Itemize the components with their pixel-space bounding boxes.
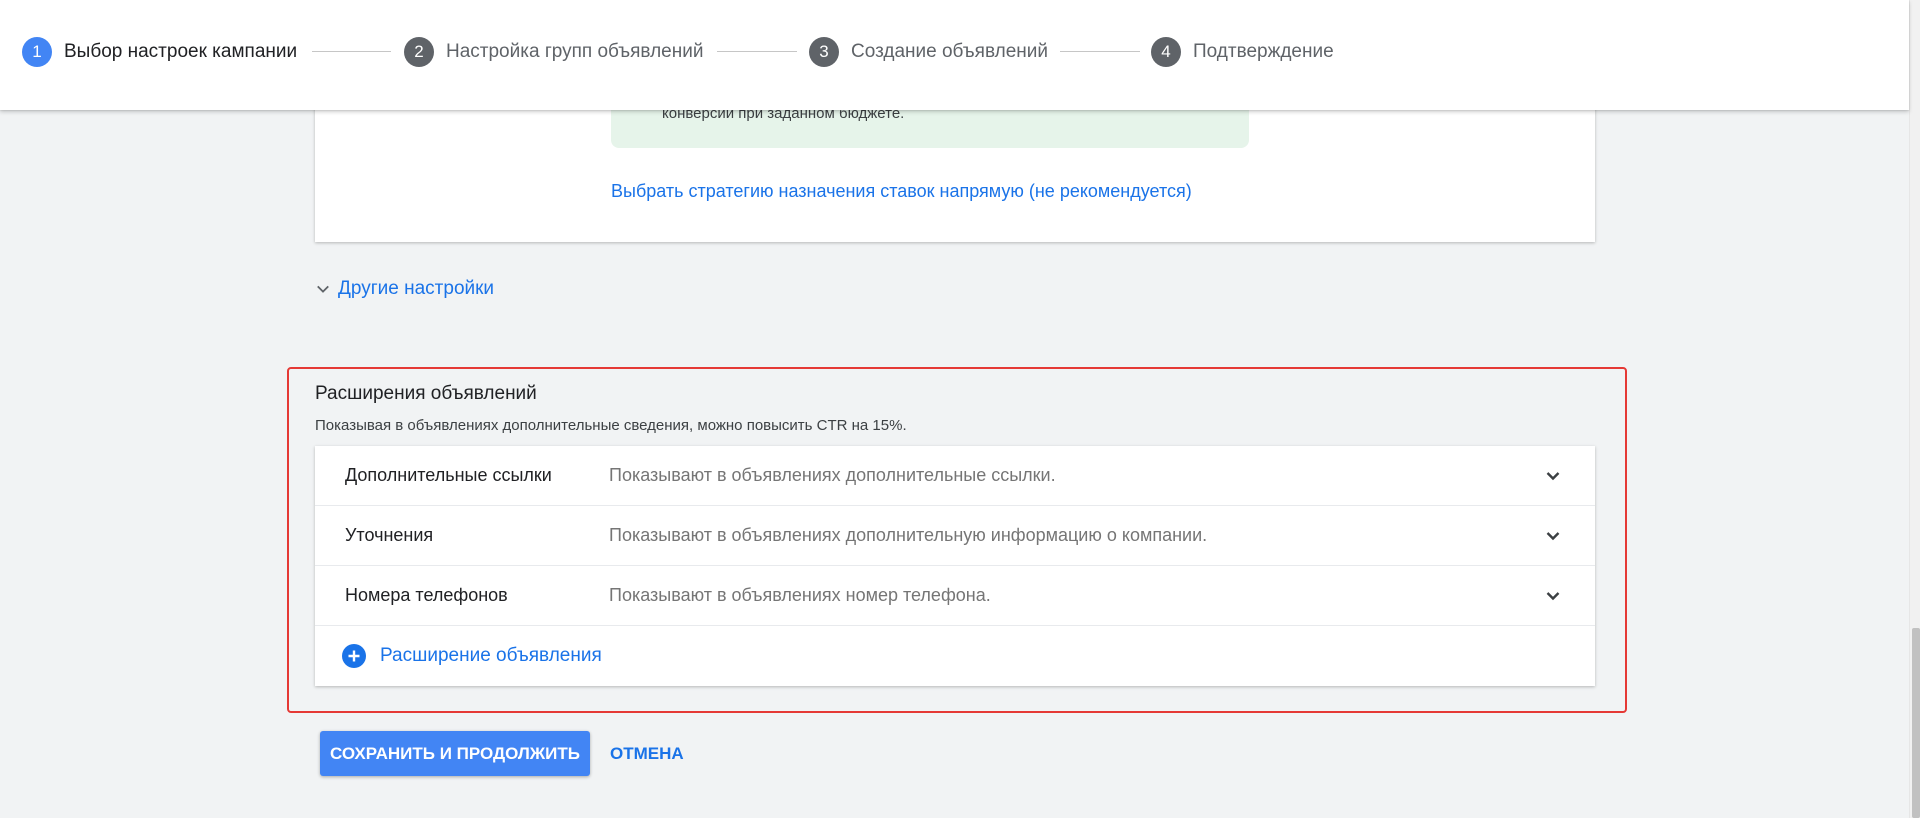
direct-bid-strategy-link[interactable]: Выбрать стратегию назначения ставок напр… xyxy=(611,181,1192,202)
scrollbar-thumb[interactable] xyxy=(1912,628,1920,818)
other-settings-toggle[interactable]: Другие настройки xyxy=(314,276,494,302)
extensions-subtitle: Показывая в объявлениях дополнительные с… xyxy=(315,417,907,434)
add-extension-button[interactable]: Расширение объявления xyxy=(315,626,1595,686)
chevron-down-icon[interactable] xyxy=(1541,524,1565,548)
extensions-card: Дополнительные ссылки Показывают в объяв… xyxy=(315,446,1595,686)
extension-name: Дополнительные ссылки xyxy=(345,465,552,485)
extension-row-sitelinks[interactable]: Дополнительные ссылки Показывают в объяв… xyxy=(315,446,1595,506)
extension-name: Уточнения xyxy=(345,525,434,545)
extension-description: Показывают в объявлениях дополнительную … xyxy=(609,525,1208,545)
extension-description: Показывают в объявлениях номер телефона. xyxy=(609,585,991,605)
extension-name: Номера телефонов xyxy=(345,585,508,605)
cancel-button[interactable]: ОТМЕНА xyxy=(604,731,690,776)
step-number-badge: 1 xyxy=(22,37,52,67)
campaign-stepper: 1 Выбор настроек кампании 2 Настройка гр… xyxy=(0,0,1909,110)
step-label: Создание объявлений xyxy=(851,41,1048,62)
add-extension-label: Расширение объявления xyxy=(380,645,602,666)
step-number-badge: 2 xyxy=(404,37,434,67)
extensions-title: Расширения объявлений xyxy=(315,383,537,404)
add-circle-icon xyxy=(342,644,366,668)
step-label: Подтверждение xyxy=(1193,41,1334,62)
save-and-continue-button[interactable]: СОХРАНИТЬ И ПРОДОЛЖИТЬ xyxy=(320,731,590,776)
step-connector xyxy=(717,51,797,52)
step-connector xyxy=(1060,51,1140,52)
page-scrollbar[interactable] xyxy=(1909,0,1920,818)
chevron-down-icon[interactable] xyxy=(1541,464,1565,488)
step-connector xyxy=(312,51,391,52)
extension-row-phone-numbers[interactable]: Номера телефонов Показывают в объявления… xyxy=(315,566,1595,626)
extension-row-callouts[interactable]: Уточнения Показывают в объявлениях допол… xyxy=(315,506,1595,566)
step-create-ads[interactable]: 3 Создание объявлений xyxy=(809,37,1048,67)
step-label: Настройка групп объявлений xyxy=(446,41,704,62)
step-label: Выбор настроек кампании xyxy=(64,41,298,62)
other-settings-label: Другие настройки xyxy=(338,278,495,299)
step-confirmation[interactable]: 4 Подтверждение xyxy=(1151,37,1334,67)
step-number-badge: 3 xyxy=(809,37,839,67)
step-campaign-settings[interactable]: 1 Выбор настроек кампании xyxy=(22,37,297,67)
chevron-down-icon[interactable] xyxy=(1541,584,1565,608)
extension-description: Показывают в объявлениях дополнительные … xyxy=(609,465,1056,485)
step-ad-groups[interactable]: 2 Настройка групп объявлений xyxy=(404,37,703,67)
step-number-badge: 4 xyxy=(1151,37,1181,67)
chevron-down-icon xyxy=(317,285,329,293)
